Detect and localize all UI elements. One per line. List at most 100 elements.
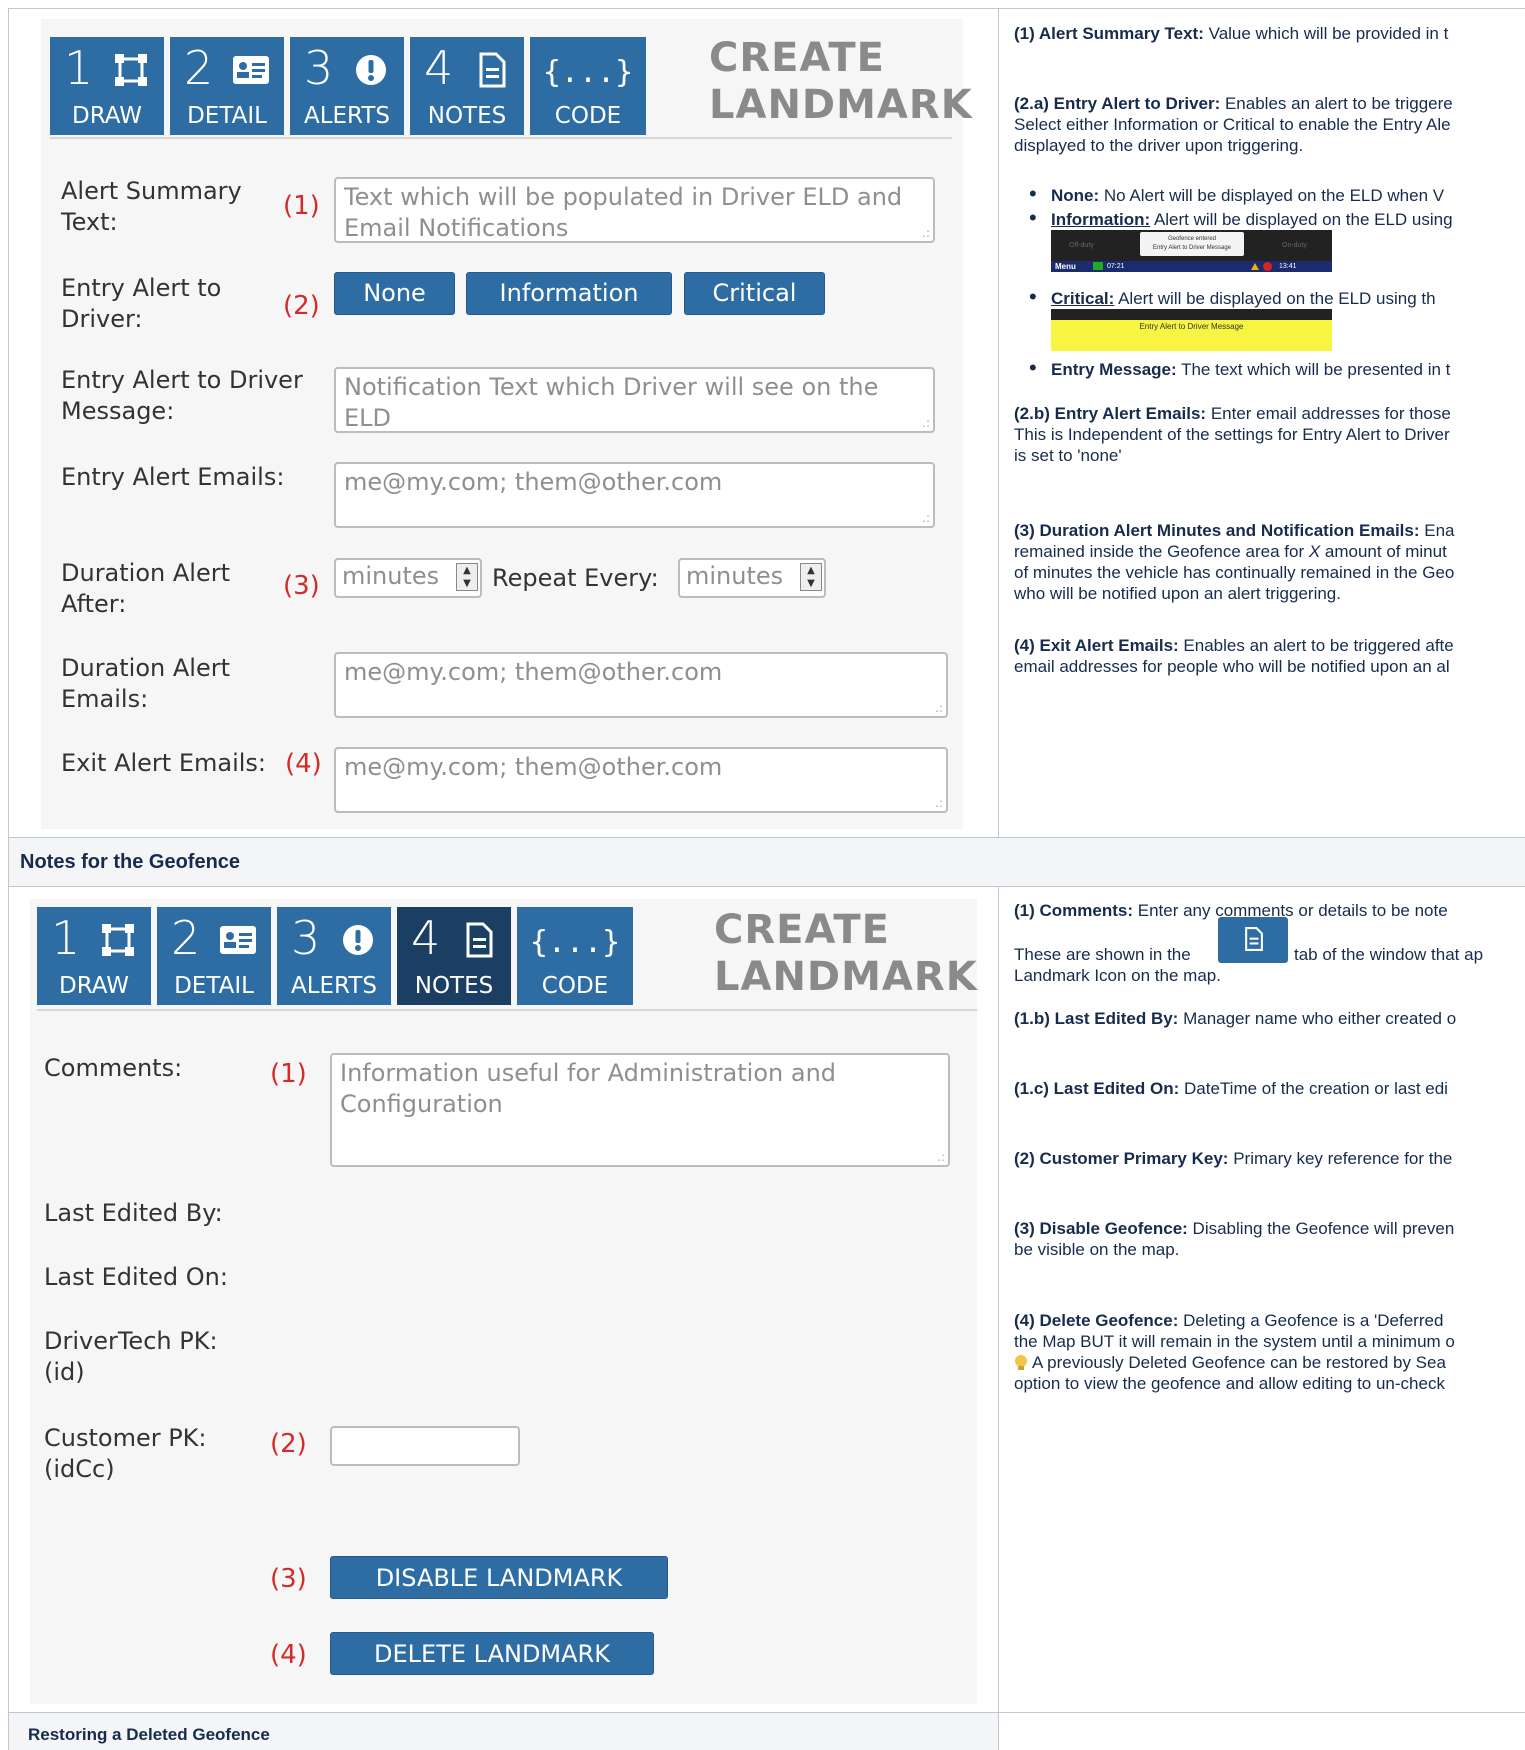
tab-label: DETAIL bbox=[174, 973, 254, 999]
duration-emails-textarea[interactable]: me@my.com; them@other.com.: bbox=[334, 652, 948, 718]
tab-alerts[interactable]: 3 ALERTS bbox=[290, 37, 404, 135]
information-button[interactable]: Information bbox=[466, 272, 672, 315]
divider bbox=[50, 137, 952, 139]
callout-marker: (2) bbox=[270, 1429, 307, 1459]
tab-label: CODE bbox=[554, 103, 622, 129]
draw-shape-icon bbox=[115, 54, 147, 86]
desc-exit-alert: (4) Exit Alert Emails: Enables an alert … bbox=[1014, 636, 1454, 676]
repeat-minutes-input[interactable]: minutes ▲ ▼ bbox=[678, 558, 826, 598]
lightbulb-icon bbox=[1015, 1355, 1027, 1370]
tab-number: 4 bbox=[424, 41, 454, 95]
tab-number: 3 bbox=[291, 911, 321, 965]
panel-title: CREATE LANDMARK bbox=[714, 907, 978, 1000]
code-braces-icon: {...} bbox=[529, 925, 621, 960]
summary-label: Alert Summary Text: bbox=[61, 177, 242, 236]
notes-panel: 1 DRAW 2 DETAIL 3 ALERTS 4 NOTES {...} C… bbox=[30, 899, 977, 1704]
comments-label: Comments: bbox=[44, 1054, 183, 1082]
last-edited-by-label: Last Edited By: bbox=[44, 1199, 223, 1227]
tab-label: DRAW bbox=[59, 973, 129, 999]
tab-label: CODE bbox=[541, 973, 609, 999]
id-card-icon bbox=[233, 56, 269, 84]
comments-textarea[interactable]: Information useful for Administration an… bbox=[330, 1053, 950, 1167]
restore-description-cell bbox=[999, 1713, 1525, 1750]
tab-label: ALERTS bbox=[303, 103, 391, 129]
exit-emails-label: Exit Alert Emails: bbox=[61, 749, 267, 777]
critical-dot-icon bbox=[1263, 262, 1272, 271]
document-icon bbox=[466, 922, 493, 958]
alerts-panel: 1 DRAW 2 DETAIL 3 ALERTS 4 NOTES {...} C… bbox=[41, 19, 972, 829]
duration-label: Duration Alert After: bbox=[61, 559, 230, 618]
desc-comments-tab-cont: tab of the window that ap bbox=[1294, 945, 1484, 964]
tab-notes[interactable]: 4 NOTES bbox=[397, 907, 511, 1005]
alerts-screenshot-cell: 1 DRAW 2 DETAIL 3 ALERTS 4 NOTES {...} C… bbox=[9, 9, 999, 838]
desc-disable-geofence: (3) Disable Geofence: Disabling the Geof… bbox=[1014, 1219, 1455, 1259]
tab-draw[interactable]: 1 DRAW bbox=[50, 37, 164, 135]
section-header-restore: Restoring a Deleted Geofence bbox=[9, 1713, 999, 1750]
duration-minutes-input[interactable]: minutes ▲ ▼ bbox=[334, 558, 482, 598]
eld-critical-preview: Entry Alert to Driver Message bbox=[1051, 309, 1332, 351]
tab-alerts[interactable]: 3 ALERTS bbox=[277, 907, 391, 1005]
desc-customer-pk: (2) Customer Primary Key: Primary key re… bbox=[1014, 1149, 1453, 1168]
desc-alert-summary: (1) Alert Summary Text: Value which will… bbox=[1014, 24, 1449, 43]
desc-entry-alert-driver: (2.a) Entry Alert to Driver: Enables an … bbox=[1014, 94, 1453, 155]
documentation-table: 1 DRAW 2 DETAIL 3 ALERTS 4 NOTES {...} C… bbox=[8, 8, 1525, 1750]
duration-emails-label: Duration Alert Emails: bbox=[61, 654, 230, 713]
desc-last-edited-by: (1.b) Last Edited By: Manager name who e… bbox=[1014, 1009, 1457, 1028]
tab-label: ALERTS bbox=[290, 973, 378, 999]
delete-landmark-button[interactable]: DELETE LANDMARK bbox=[330, 1632, 654, 1675]
entry-emails-textarea[interactable]: me@my.com; them@other.com.: bbox=[334, 462, 935, 528]
callout-marker: (3) bbox=[283, 571, 320, 601]
document-icon bbox=[479, 52, 506, 88]
none-button[interactable]: None bbox=[334, 272, 455, 315]
notes-description-cell: (1) Comments: Enter any comments or deta… bbox=[999, 887, 1525, 1713]
critical-button[interactable]: Critical bbox=[684, 272, 825, 315]
desc-delete-geofence: (4) Delete Geofence: Deleting a Geofence… bbox=[1014, 1311, 1455, 1393]
bullet-information: Information: Alert will be displayed on … bbox=[1029, 207, 1453, 230]
desc-duration-alert: (3) Duration Alert Minutes and Notificat… bbox=[1014, 521, 1455, 603]
panel-title: CREATE LANDMARK bbox=[709, 35, 973, 128]
customer-pk-label: Customer PK: (idCc) bbox=[44, 1424, 207, 1483]
disable-landmark-button[interactable]: DISABLE LANDMARK bbox=[330, 1556, 668, 1599]
tab-label: DETAIL bbox=[187, 103, 267, 129]
tab-label: DRAW bbox=[72, 103, 142, 129]
alerts-description-cell: (1) Alert Summary Text: Value which will… bbox=[999, 9, 1525, 838]
notes-screenshot-cell: 1 DRAW 2 DETAIL 3 ALERTS 4 NOTES {...} C… bbox=[9, 887, 999, 1713]
callout-marker: (4) bbox=[285, 749, 322, 779]
section-title: Notes for the Geofence bbox=[20, 851, 241, 873]
alert-summary-textarea[interactable]: Text which will be populated in Driver E… bbox=[334, 177, 935, 243]
code-braces-icon: {...} bbox=[542, 55, 634, 90]
entry-message-label: Entry Alert to Driver Message: bbox=[61, 366, 303, 425]
last-edited-on-label: Last Edited On: bbox=[44, 1263, 228, 1291]
tab-label: NOTES bbox=[414, 973, 494, 999]
eld-information-preview: Off-duty On-duty Geofence entered Entry A… bbox=[1051, 230, 1332, 272]
draw-shape-icon bbox=[102, 924, 134, 956]
spinner-arrows-icon[interactable]: ▲ ▼ bbox=[800, 563, 822, 591]
desc-comments-tab: These are shown in the bbox=[1014, 945, 1191, 964]
tab-number: 2 bbox=[171, 911, 201, 965]
alert-circle-icon bbox=[343, 925, 373, 955]
entry-emails-label: Entry Alert Emails: bbox=[61, 463, 285, 491]
tab-draw[interactable]: 1 DRAW bbox=[37, 907, 151, 1005]
callout-marker: (4) bbox=[270, 1640, 307, 1670]
tab-notes[interactable]: 4 NOTES bbox=[410, 37, 524, 135]
desc-last-edited-on: (1.c) Last Edited On: DateTime of the cr… bbox=[1014, 1079, 1448, 1098]
tab-detail[interactable]: 2 DETAIL bbox=[170, 37, 284, 135]
desc-entry-alert-emails: (2.b) Entry Alert Emails: Enter email ad… bbox=[1014, 404, 1451, 465]
customer-pk-input[interactable] bbox=[330, 1426, 520, 1466]
tab-number: 4 bbox=[411, 911, 441, 965]
entry-message-textarea[interactable]: Notification Text which Driver will see … bbox=[334, 367, 935, 433]
exit-emails-textarea[interactable]: me@my.com; them@other.com.: bbox=[334, 747, 948, 813]
spinner-arrows-icon[interactable]: ▲ ▼ bbox=[456, 563, 478, 591]
tab-code[interactable]: {...} CODE bbox=[530, 37, 646, 135]
alert-circle-icon bbox=[356, 55, 386, 85]
tab-code[interactable]: {...} CODE bbox=[517, 907, 633, 1005]
bullet-critical: Critical: Alert will be displayed on the… bbox=[1029, 286, 1436, 309]
tab-number: 3 bbox=[304, 41, 334, 95]
bullet-entry-message: Entry Message: The text which will be pr… bbox=[1029, 357, 1450, 380]
drivertech-pk-label: DriverTech PK: (id) bbox=[44, 1327, 218, 1386]
warning-icon bbox=[1251, 263, 1259, 270]
tab-detail[interactable]: 2 DETAIL bbox=[157, 907, 271, 1005]
desc-comments-map: Landmark Icon on the map. bbox=[1014, 966, 1221, 985]
tab-label: NOTES bbox=[427, 103, 507, 129]
callout-marker: (3) bbox=[270, 1564, 307, 1594]
